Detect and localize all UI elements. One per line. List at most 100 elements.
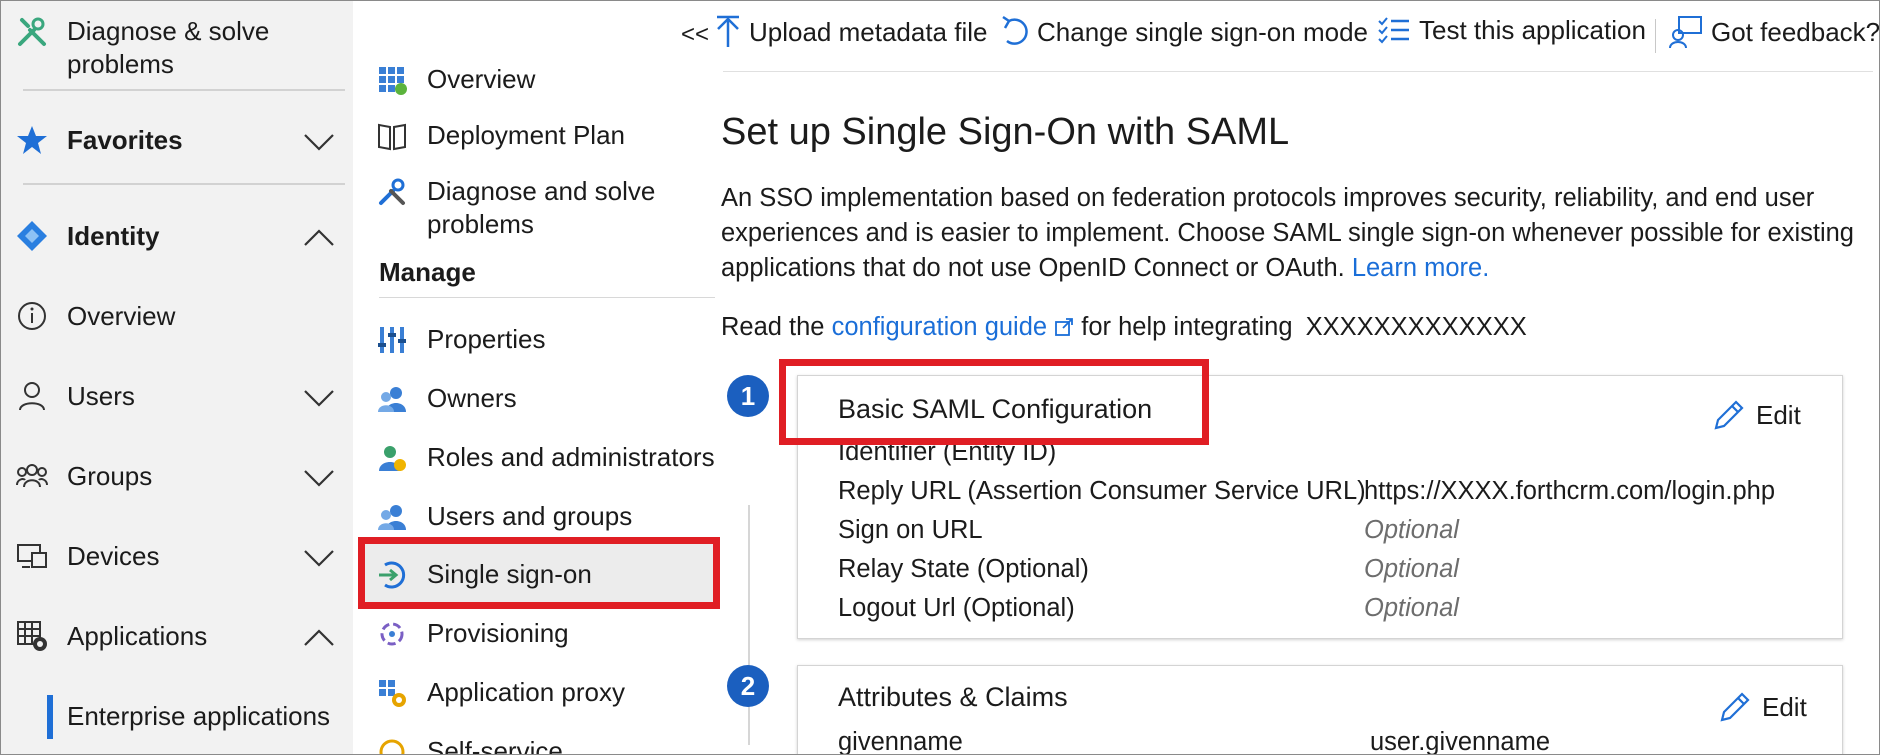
sidebar-item-label: Favorites [67,125,183,155]
app-name: XXXXXXXXXXXXX [1305,313,1527,341]
row-label: givenname [838,728,963,755]
edit-label: Edit [1756,399,1801,430]
row-value: Optional [1364,516,1459,544]
upload-arrow-icon [717,15,739,47]
highlight-box-single-sign-on [358,537,720,609]
sidebar-item-groups[interactable]: Groups [1,455,353,499]
row-label: Reply URL (Assertion Consumer Service UR… [838,477,1366,505]
edit-basic-saml-button[interactable]: Edit [1712,398,1801,432]
page-title: Set up Single Sign-On with SAML [721,111,1290,153]
collapse-menu-button[interactable]: << [681,21,709,49]
properties-bars-icon [378,327,406,353]
menu-item-overview[interactable]: Overview [359,63,721,97]
change-sso-mode-button[interactable]: Change single sign-on mode [1001,15,1368,49]
chevron-up-icon[interactable] [303,221,335,253]
saml-row: Relay State (Optional) Optional [838,555,1459,584]
divider [379,297,715,298]
selected-indicator [47,695,53,739]
section-heading-manage: Manage [379,257,476,287]
sidebar-item-favorites[interactable]: Favorites [1,119,353,163]
feedback-button[interactable]: Got feedback? [1669,15,1880,49]
menu-item-diagnose[interactable]: Diagnose and solve problems [359,175,721,241]
toolbar-divider [1655,19,1656,53]
highlight-box-basic-saml [779,359,1209,445]
description-text: An SSO implementation based on federatio… [721,184,1854,282]
sidebar-item-label: Enterprise applications [67,701,331,731]
left-sidebar: Diagnose & solve problems Favorites Ident… [1,1,353,754]
sidebar-item-overview[interactable]: Overview [1,295,353,339]
saml-row: Logout Url (Optional) Optional [838,594,1459,623]
external-link-icon [1055,318,1074,336]
menu-item-application-proxy[interactable]: Application proxy [359,676,721,710]
sidebar-item-label: Diagnose & solve problems [67,16,270,79]
row-label: Relay State (Optional) [838,555,1089,583]
sidebar-item-identity[interactable]: Identity [1,215,353,259]
sidebar-item-label: Groups [67,461,153,491]
read-suffix: for help integrating [1081,313,1293,341]
menu-item-users-groups[interactable]: Users and groups [359,500,721,534]
learn-more-link[interactable]: Learn more. [1352,254,1490,282]
applications-grid-icon [15,619,49,653]
sidebar-item-label: Applications [67,621,208,651]
configuration-guide-line: Read the configuration guide for help in… [721,313,1527,342]
menu-item-roles-admins[interactable]: Roles and administrators [359,441,721,475]
divider [23,183,345,185]
window-frame: Diagnose & solve problems Favorites Ident… [0,0,1880,755]
sidebar-item-users[interactable]: Users [1,375,353,419]
resource-menu: Overview Deployment Plan Diagnose and so… [359,1,721,755]
users-groups-icon [378,505,406,530]
sidebar-item-label: Overview [67,301,176,331]
tools-icon [15,15,49,49]
sidebar-item-label: Identity [67,221,160,251]
group-icon [15,459,49,493]
feedback-label: Got feedback? [1711,16,1880,47]
menu-item-label: Self-service [427,736,563,755]
menu-item-properties[interactable]: Properties [359,323,721,357]
pencil-icon [1720,692,1750,722]
menu-item-label: Provisioning [427,618,569,648]
info-icon [15,299,49,333]
tools-icon [379,178,405,205]
row-label: Logout Url (Optional) [838,594,1075,622]
edit-attributes-button[interactable]: Edit [1718,690,1807,724]
configuration-guide-link[interactable]: configuration guide [832,313,1082,341]
edit-label: Edit [1762,691,1807,722]
chevron-down-icon[interactable] [303,381,335,413]
sidebar-item-diagnose[interactable]: Diagnose & solve problems [1,15,353,85]
chevron-down-icon[interactable] [303,541,335,573]
step-badge-2: 2 [727,665,769,707]
menu-item-label: Application proxy [427,677,625,707]
menu-item-self-service[interactable]: Self-service [359,735,721,755]
test-application-button[interactable]: Test this application [1377,15,1646,46]
saml-row: Sign on URL Optional [838,516,1459,545]
step-badge-1: 1 [727,375,769,417]
checklist-icon [1378,16,1409,43]
menu-item-provisioning[interactable]: Provisioning [359,617,721,651]
app-proxy-icon [379,680,406,707]
menu-item-deployment-plan[interactable]: Deployment Plan [359,119,721,153]
divider [23,89,345,91]
chevron-down-icon[interactable] [303,125,335,157]
chevron-up-icon[interactable] [303,621,335,653]
devices-icon [15,539,49,573]
claim-row: givenname user.givenname [838,728,1550,755]
book-icon [378,123,406,151]
menu-item-label: Properties [427,324,546,354]
upload-metadata-label: Upload metadata file [749,16,988,47]
owners-icon [378,387,406,412]
attributes-claims-card: Attributes & Claims Edit givenname user.… [797,665,1843,755]
row-value: Optional [1364,555,1459,583]
command-bar: << Upload metadata file Change single si… [677,1,1880,71]
chevron-down-icon[interactable] [303,461,335,493]
sidebar-item-enterprise-applications[interactable]: Enterprise applications [1,695,353,739]
sidebar-item-devices[interactable]: Devices [1,535,353,579]
menu-item-owners[interactable]: Owners [359,382,721,416]
menu-item-label: Overview [427,64,536,94]
sidebar-item-label: Devices [67,541,160,571]
sidebar-item-applications[interactable]: Applications [1,615,353,659]
row-value: https://XXXX.forthcrm.com/login.php [1364,477,1776,505]
self-service-icon [379,739,405,754]
menu-item-label: Diagnose and solve problems [427,176,656,239]
pencil-icon [1714,400,1744,430]
upload-metadata-button[interactable]: Upload metadata file [715,15,987,49]
